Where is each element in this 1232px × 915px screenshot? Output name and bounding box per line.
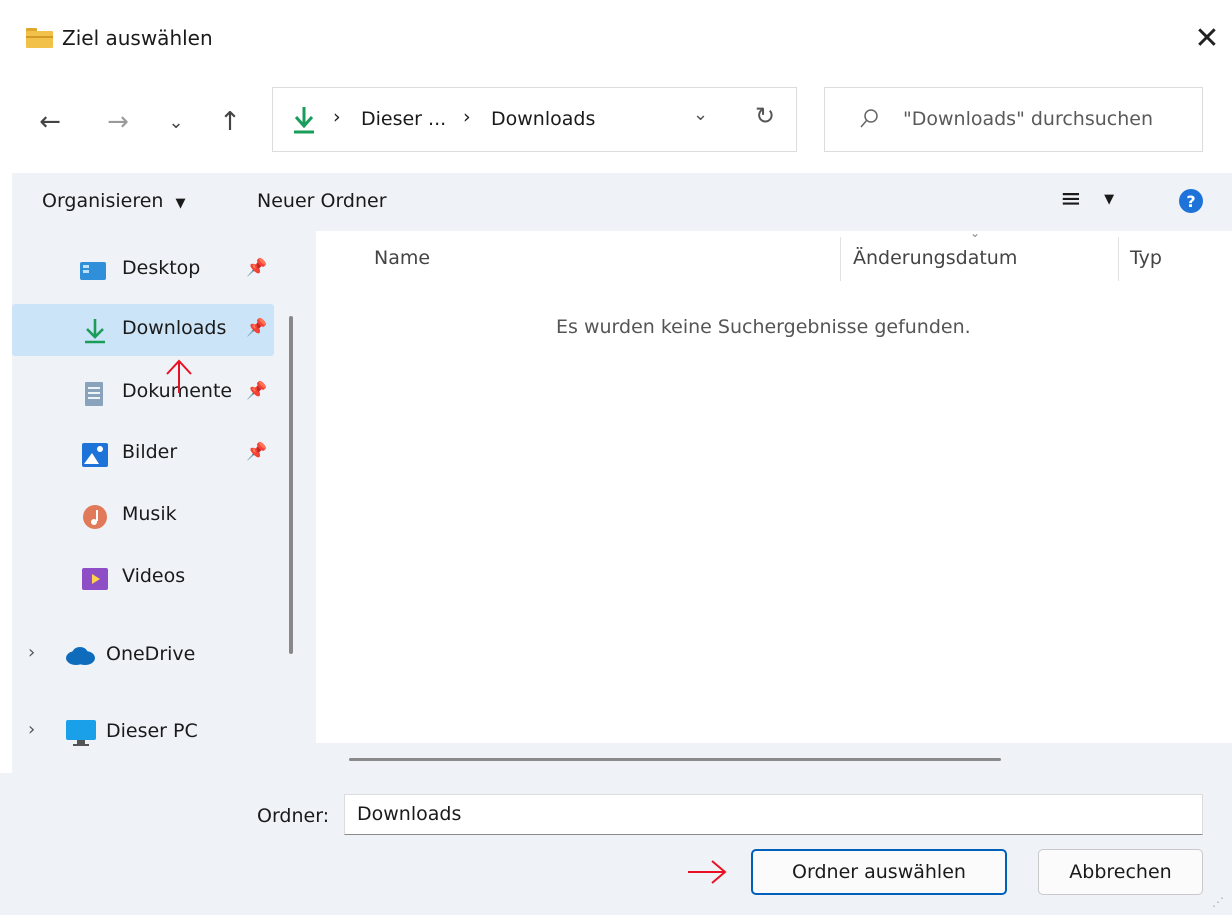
search-icon xyxy=(860,109,878,128)
help-icon: ? xyxy=(1186,191,1196,211)
view-options-button[interactable]: ≡ ▼ xyxy=(1060,184,1114,214)
annotation-arrow-up-icon xyxy=(166,359,192,393)
this-pc-icon xyxy=(66,720,96,746)
pin-icon: 📌 xyxy=(246,318,268,338)
column-header-type[interactable]: Typ xyxy=(1130,247,1162,269)
search-box[interactable]: "Downloads" durchsuchen xyxy=(824,87,1203,152)
organize-menu-button[interactable]: Organisieren ▼ xyxy=(42,190,186,212)
sidebar-item-this-pc[interactable]: › Dieser PC xyxy=(12,707,274,759)
sidebar-item-documents[interactable]: Dokumente 📌 xyxy=(12,367,274,419)
sidebar-item-label: Downloads xyxy=(122,317,227,339)
column-separator[interactable] xyxy=(840,237,841,281)
list-view-icon: ≡ xyxy=(1060,184,1082,214)
close-button[interactable]: ✕ xyxy=(1185,16,1229,60)
navigation-pane: Desktop 📌 Downloads 📌 Dokumente 📌 Bilder… xyxy=(12,231,278,773)
breadcrumb-this-pc[interactable]: Dieser ... xyxy=(361,108,446,130)
folder-icon xyxy=(26,28,53,48)
window-title: Ziel auswählen xyxy=(62,26,213,50)
pin-icon: 📌 xyxy=(246,258,268,278)
expand-chevron-icon[interactable]: › xyxy=(28,642,35,663)
pin-icon: 📌 xyxy=(246,442,268,462)
refresh-icon[interactable]: ↻ xyxy=(755,102,775,130)
sidebar-item-downloads[interactable]: Downloads 📌 xyxy=(12,304,274,356)
address-dropdown-icon[interactable]: ⌄ xyxy=(693,104,708,125)
sidebar-item-videos[interactable]: Videos xyxy=(12,552,274,604)
expand-chevron-icon[interactable]: › xyxy=(28,719,35,740)
pin-icon: 📌 xyxy=(246,381,268,401)
sidebar-item-label: Videos xyxy=(122,565,186,587)
sidebar-item-music[interactable]: Musik xyxy=(12,490,274,542)
column-header-date[interactable]: Änderungsdatum xyxy=(853,247,1017,269)
select-folder-button[interactable]: Ordner auswählen xyxy=(751,849,1007,895)
new-folder-button[interactable]: Neuer Ordner xyxy=(257,190,387,212)
downloads-icon xyxy=(85,319,105,344)
music-icon xyxy=(83,505,107,529)
breadcrumb-separator: › xyxy=(463,106,471,128)
column-header-name[interactable]: Name xyxy=(374,247,430,269)
command-bar xyxy=(12,173,1232,231)
caret-down-icon: ▼ xyxy=(175,196,186,211)
sidebar-item-label: Musik xyxy=(122,503,177,525)
cancel-button[interactable]: Abbrechen xyxy=(1038,849,1203,895)
sidebar-item-label: OneDrive xyxy=(106,643,196,665)
documents-icon xyxy=(85,382,103,406)
onedrive-icon xyxy=(66,647,95,665)
close-icon: ✕ xyxy=(1194,20,1220,56)
address-bar[interactable]: › Dieser ... › Downloads ⌄ ↻ xyxy=(272,87,797,152)
navigation-scrollbar[interactable] xyxy=(289,316,293,654)
forward-button[interactable]: → xyxy=(98,102,138,142)
caret-down-icon: ▼ xyxy=(1104,192,1115,207)
help-button[interactable]: ? xyxy=(1179,189,1203,213)
resize-grip-icon[interactable]: ⋰ xyxy=(1212,895,1224,909)
pictures-icon xyxy=(82,443,108,467)
organize-label: Organisieren xyxy=(42,190,164,212)
folder-label: Ordner: xyxy=(257,805,330,827)
sidebar-item-label: Dieser PC xyxy=(106,720,198,742)
videos-icon xyxy=(82,568,108,590)
breadcrumb-separator: › xyxy=(333,106,341,128)
sidebar-item-onedrive[interactable]: › OneDrive xyxy=(12,630,274,682)
breadcrumb-downloads[interactable]: Downloads xyxy=(491,108,595,130)
back-arrow-icon: ← xyxy=(39,107,61,137)
sidebar-item-desktop[interactable]: Desktop 📌 xyxy=(12,244,274,296)
forward-arrow-icon: → xyxy=(107,107,129,137)
sidebar-item-label: Desktop xyxy=(122,257,201,279)
empty-results-message: Es wurden keine Suchergebnisse gefunden. xyxy=(556,316,971,338)
up-arrow-icon: ↑ xyxy=(219,107,241,137)
desktop-icon xyxy=(80,262,106,280)
sidebar-item-pictures[interactable]: Bilder 📌 xyxy=(12,428,274,480)
search-placeholder: "Downloads" durchsuchen xyxy=(903,108,1154,130)
file-list xyxy=(316,231,1232,743)
annotation-arrow-right-icon xyxy=(688,860,727,884)
downloads-icon xyxy=(294,107,314,134)
recent-locations-button[interactable]: ⌄ xyxy=(156,102,196,142)
sidebar-item-label: Bilder xyxy=(122,441,178,463)
back-button[interactable]: ← xyxy=(30,102,70,142)
sort-chevron-icon: ⌄ xyxy=(970,226,981,240)
navigation-pane-gutter xyxy=(278,231,316,773)
horizontal-scrollbar-thumb[interactable] xyxy=(349,758,1001,761)
column-separator[interactable] xyxy=(1118,237,1119,281)
up-button[interactable]: ↑ xyxy=(210,102,250,142)
chevron-down-icon: ⌄ xyxy=(168,111,184,133)
folder-name-input[interactable]: Downloads xyxy=(344,794,1203,835)
